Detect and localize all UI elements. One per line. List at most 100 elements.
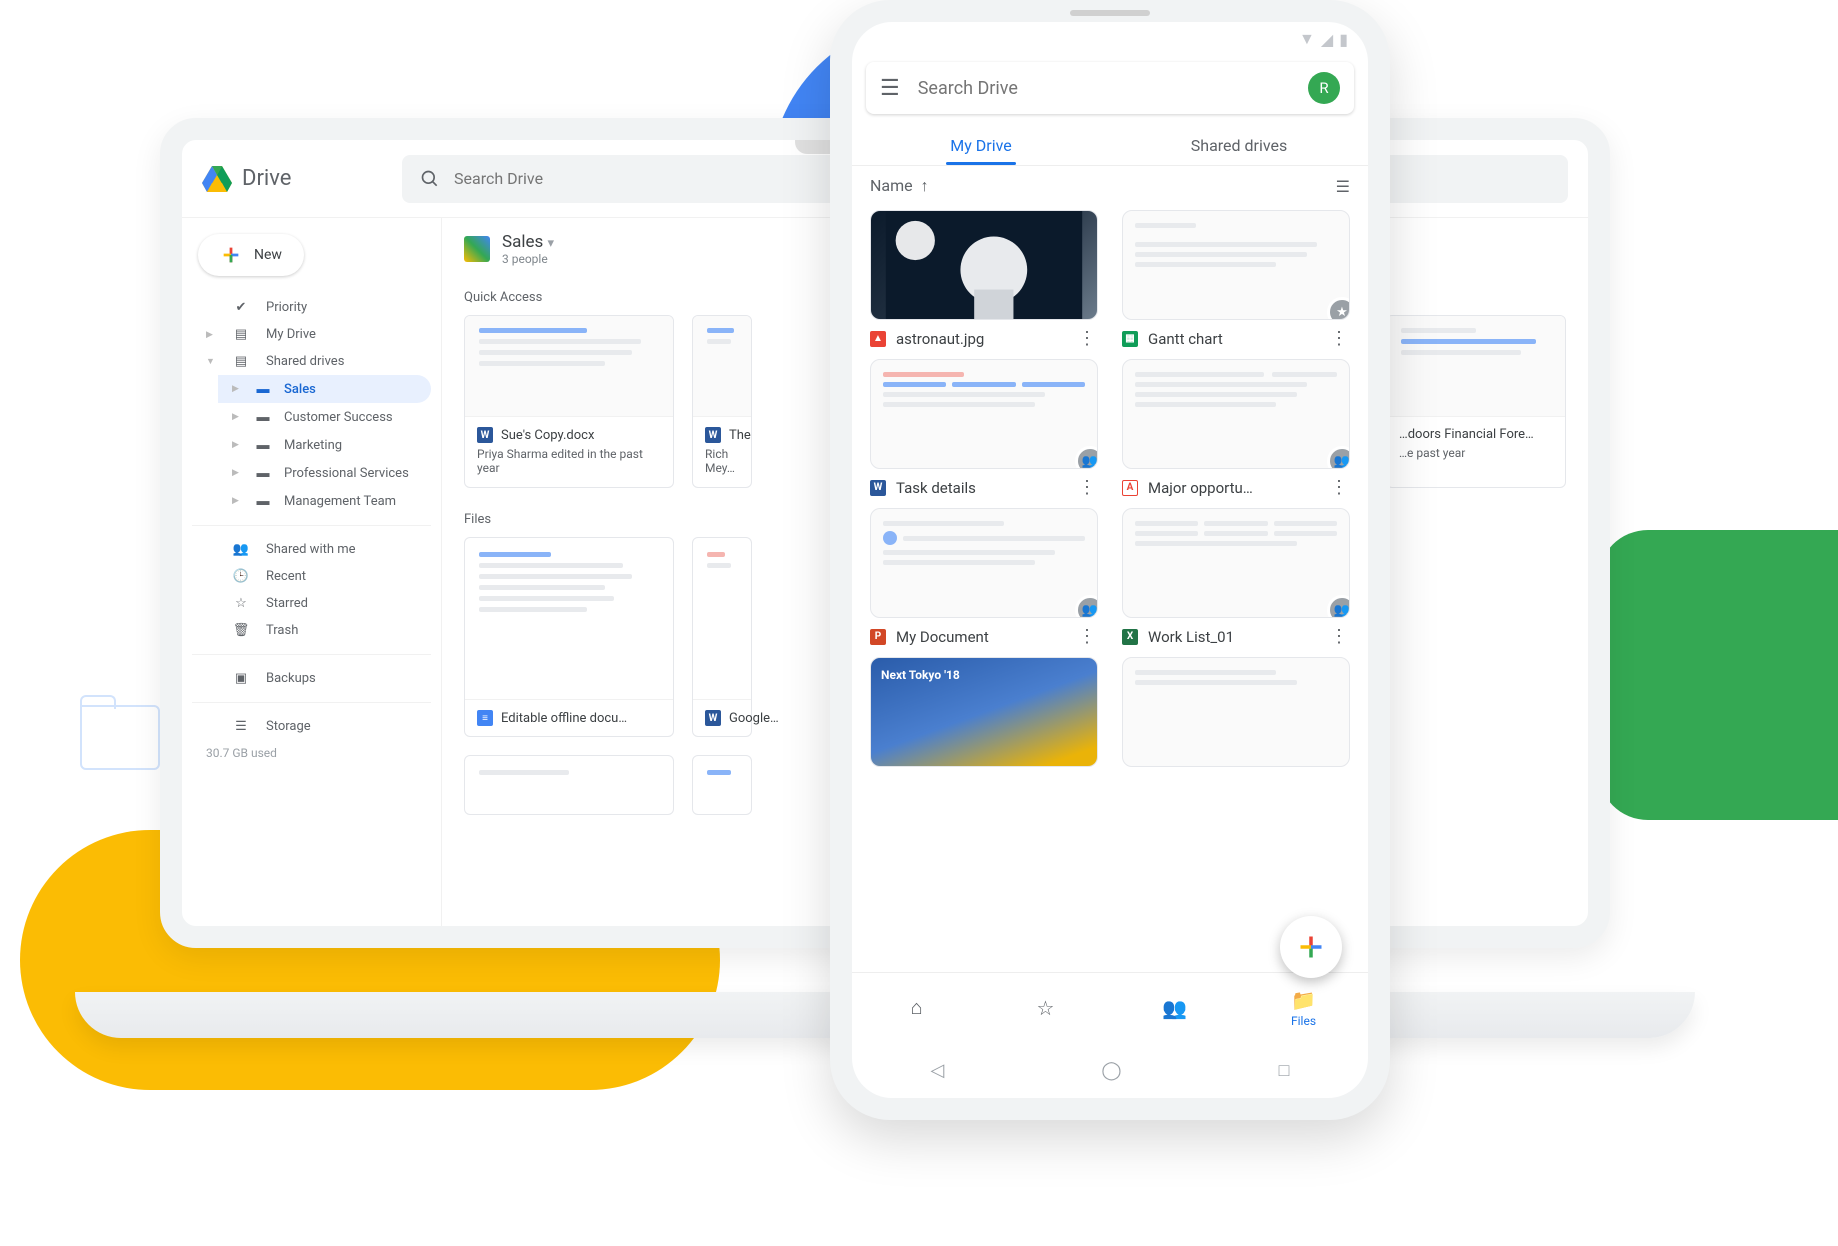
sidebar-label: Starred	[266, 596, 308, 611]
bottom-tab-starred[interactable]: ☆	[981, 973, 1110, 1042]
star-icon: ☆	[232, 596, 250, 611]
bottom-tab-files[interactable]: 📁Files	[1239, 973, 1368, 1042]
file-card[interactable]: 👥 X Work List_01 ⋮	[1122, 508, 1350, 647]
excel-icon: X	[1122, 629, 1138, 645]
file-name: Sue's Copy.docx	[501, 428, 594, 443]
chevron-down-icon: ▼	[206, 356, 216, 367]
sidebar-item-starred[interactable]: ☆ Starred	[192, 590, 431, 617]
sidebar-item-shared-drives[interactable]: ▼▤ Shared drives	[192, 348, 431, 375]
new-button[interactable]: New	[198, 234, 304, 276]
menu-icon[interactable]: ☰	[880, 76, 900, 101]
recents-icon[interactable]: □	[1279, 1060, 1290, 1081]
file-thumbnail: 👥	[870, 359, 1098, 469]
quick-access-card[interactable]: WThe…Rich Mey…	[692, 315, 752, 488]
view-toggle-list-icon[interactable]: ☰	[1336, 177, 1350, 196]
mobile-search-bar[interactable]: ☰ R	[866, 62, 1354, 114]
back-icon[interactable]: ◁	[931, 1060, 945, 1081]
folder-icon: ▬	[254, 381, 272, 397]
sidebar-item-trash[interactable]: 🗑 Trash	[192, 617, 431, 644]
chevron-right-icon: ▶	[206, 330, 216, 340]
sidebar-item-my-drive[interactable]: ▶▤ My Drive	[192, 321, 431, 348]
sidebar-label: Customer Success	[284, 410, 393, 425]
home-circle-icon[interactable]: ◯	[1101, 1060, 1121, 1081]
more-icon[interactable]: ⋮	[1076, 328, 1098, 349]
sidebar-item-marketing[interactable]: ▶▬ Marketing	[218, 431, 431, 459]
tab-my-drive[interactable]: My Drive	[852, 124, 1110, 165]
file-thumbnail	[693, 538, 751, 699]
powerpoint-icon: P	[870, 629, 886, 645]
file-card[interactable]: ▲astronaut.jpg⋮	[870, 210, 1098, 349]
sidebar-label: Priority	[266, 300, 307, 315]
sidebar-item-customer-success[interactable]: ▶▬ Customer Success	[218, 403, 431, 431]
bottom-tab-home[interactable]: ⌂	[852, 973, 981, 1042]
sidebar-label: Backups	[266, 671, 316, 686]
drive-logo-icon	[202, 166, 232, 192]
chevron-right-icon: ▶	[232, 468, 242, 478]
sidebar-item-storage[interactable]: ☰ Storage	[192, 713, 431, 740]
file-card[interactable]: WGoogle…	[692, 537, 752, 737]
file-thumbnail	[465, 538, 673, 699]
sidebar-item-management-team[interactable]: ▶▬ Management Team	[218, 487, 431, 515]
sidebar-item-backups[interactable]: ▣ Backups	[192, 665, 431, 692]
quick-access-card[interactable]: …doors Financial Fore……e past year	[1386, 315, 1566, 488]
sort-control[interactable]: Name ↑	[870, 176, 929, 196]
star-badge-icon: ★	[1327, 297, 1350, 320]
sidebar-item-priority[interactable]: ✔ Priority	[192, 294, 431, 321]
pdf-icon: A	[1122, 480, 1138, 496]
file-card[interactable]	[692, 755, 752, 815]
sidebar-item-professional-services[interactable]: ▶▬ Professional Services	[218, 459, 431, 487]
more-icon[interactable]: ⋮	[1328, 328, 1350, 349]
file-card[interactable]	[1122, 657, 1350, 767]
more-icon[interactable]: ⋮	[1328, 626, 1350, 647]
quick-access-card[interactable]: WSue's Copy.docx Priya Sharma edited in …	[464, 315, 674, 488]
file-name: Editable offline docu…	[501, 711, 627, 726]
file-subtitle: Priya Sharma edited in the past year	[477, 447, 661, 475]
file-name: Work List_01	[1148, 628, 1318, 646]
breadcrumb-title: Sales	[502, 232, 543, 252]
file-card[interactable]: 👥 AMajor opportu…⋮	[1122, 359, 1350, 498]
file-thumbnail: 👥	[1122, 359, 1350, 469]
clock-icon: 🕒	[232, 569, 250, 584]
file-card[interactable]: 👥 WTask details⋮	[870, 359, 1098, 498]
file-card[interactable]	[464, 755, 674, 815]
plus-icon	[220, 244, 242, 266]
file-name: My Document	[896, 628, 1066, 646]
file-card[interactable]: ★ ▦Gantt chart⋮	[1122, 210, 1350, 349]
more-icon[interactable]: ⋮	[1328, 477, 1350, 498]
sidebar-item-recent[interactable]: 🕒 Recent	[192, 563, 431, 590]
priority-icon: ✔	[232, 300, 250, 315]
file-thumbnail	[693, 316, 751, 416]
mobile-drive-app: ▼ ◢ ▮ ☰ R My Drive Shared drives Name ↑ …	[852, 22, 1368, 1098]
sidebar-item-shared-with-me[interactable]: 👥 Shared with me	[192, 536, 431, 563]
mobile-search-input[interactable]	[918, 78, 1290, 99]
tab-shared-drives[interactable]: Shared drives	[1110, 124, 1368, 165]
word-icon: W	[705, 427, 721, 443]
fab-new-button[interactable]	[1280, 916, 1342, 978]
people-icon: 👥	[232, 542, 250, 557]
sidebar-label: My Drive	[266, 327, 316, 342]
sidebar-item-sales[interactable]: ▶▬ Sales	[218, 375, 431, 403]
dropdown-icon[interactable]: ▾	[547, 236, 554, 251]
more-icon[interactable]: ⋮	[1076, 626, 1098, 647]
file-name: astronaut.jpg	[896, 330, 1066, 348]
sidebar-label: Professional Services	[284, 466, 409, 481]
more-icon[interactable]: ⋮	[1076, 477, 1098, 498]
shared-drives-icon: ▤	[232, 354, 250, 369]
file-card[interactable]: 👥 P My Document ⋮	[870, 508, 1098, 647]
file-card[interactable]: Next Tokyo '18	[870, 657, 1098, 767]
sidebar-label: Shared with me	[266, 542, 356, 557]
shared-badge-icon: 👥	[1327, 595, 1350, 618]
file-subtitle: …e past year	[1399, 446, 1553, 460]
bottom-tab-shared[interactable]: 👥	[1110, 973, 1239, 1042]
desktop-sidebar: New ✔ Priority ▶▤ My Drive ▼▤ Shared dri…	[182, 218, 442, 926]
file-thumbnail: 👥	[870, 508, 1098, 618]
wifi-icon: ▼	[1299, 29, 1315, 49]
sort-label: Name	[870, 176, 913, 195]
word-icon: W	[705, 710, 721, 726]
file-thumbnail	[1387, 316, 1565, 416]
file-card[interactable]: ≡Editable offline docu…	[464, 537, 674, 737]
drive-logo[interactable]: Drive	[202, 166, 402, 192]
sidebar-label: Sales	[284, 382, 316, 397]
account-avatar[interactable]: R	[1308, 72, 1340, 104]
star-icon: ☆	[1037, 996, 1055, 1020]
